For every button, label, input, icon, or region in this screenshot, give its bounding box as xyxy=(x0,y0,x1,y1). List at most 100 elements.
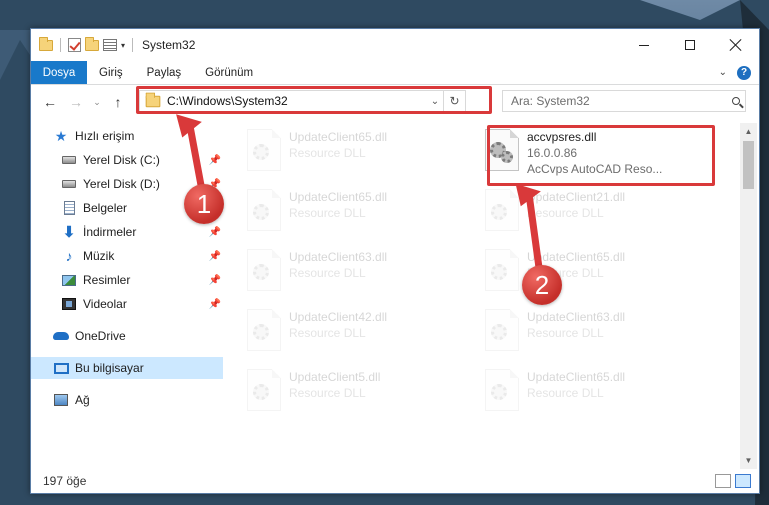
nav-item-label: Ağ xyxy=(75,393,90,407)
nav-item-label: OneDrive xyxy=(75,329,126,343)
pin-icon[interactable]: 📌 xyxy=(209,155,221,166)
nav-item-videos[interactable]: Videolar 📌 xyxy=(31,293,227,315)
tab-share[interactable]: Paylaş xyxy=(135,61,194,84)
nav-item-label: Yerel Disk (D:) xyxy=(83,177,160,191)
nav-item-network[interactable]: Ağ xyxy=(31,389,227,411)
large-icons-view-icon[interactable] xyxy=(735,474,751,488)
forward-button[interactable]: → xyxy=(63,89,89,115)
properties-check-icon[interactable] xyxy=(68,38,81,52)
arrow-left-icon: ← xyxy=(43,94,57,110)
chevron-down-icon[interactable]: ⌄ xyxy=(427,96,443,107)
tab-view[interactable]: Görünüm xyxy=(193,61,265,84)
up-button[interactable]: ↑ xyxy=(105,89,131,115)
minimize-button[interactable] xyxy=(621,29,667,61)
pin-icon[interactable]: 📌 xyxy=(209,275,221,286)
search-placeholder: Ara: System32 xyxy=(511,94,590,108)
item-count: 197 öğe xyxy=(43,474,87,488)
file-item[interactable]: UpdateClient63.dll Resource DLL xyxy=(243,243,473,299)
folder-icon xyxy=(145,92,161,107)
address-bar[interactable]: C:\Windows\System32 ⌄ ↻ xyxy=(139,90,466,112)
file-list: UpdateClient65.dll Resource DLL UpdateCli… xyxy=(243,123,738,463)
dll-file-icon xyxy=(485,249,519,291)
scroll-thumb[interactable] xyxy=(743,141,754,189)
expand-ribbon-icon[interactable]: ⌄ xyxy=(719,67,727,78)
search-input[interactable]: Ara: System32 xyxy=(502,90,746,112)
details-view-icon[interactable] xyxy=(715,474,731,488)
explorer-window: ▾ System32 Dosya Giriş Paylaş Görünüm ⌄ … xyxy=(30,28,760,494)
dll-file-icon xyxy=(247,369,281,411)
file-item[interactable]: UpdateClient65.dll Resource DLL xyxy=(243,123,473,179)
step-badge-1: 1 xyxy=(184,184,224,224)
window-controls xyxy=(621,29,759,61)
file-item[interactable]: UpdateClient65.dll Resource DLL xyxy=(481,363,711,419)
minimize-icon xyxy=(639,44,649,46)
customize-icon[interactable] xyxy=(103,39,117,51)
close-icon xyxy=(730,39,742,51)
nav-item-this-pc[interactable]: Bu bilgisayar xyxy=(31,357,223,379)
nav-item-label: Videolar xyxy=(83,297,127,311)
address-row: ← → ⌄ ↑ C:\Windows\System32 ⌄ ↻ Ara: Sys… xyxy=(31,85,759,119)
drive-icon xyxy=(61,152,77,168)
nav-item-label: Müzik xyxy=(83,249,115,263)
network-icon xyxy=(53,392,69,408)
status-bar: 197 öğe xyxy=(31,469,759,493)
star-icon: ★ xyxy=(54,127,68,144)
file-item[interactable]: UpdateClient65.dll Resource DLL xyxy=(243,183,473,239)
nav-item-local-disk-c[interactable]: Yerel Disk (C:) 📌 xyxy=(31,149,227,171)
refresh-button[interactable]: ↻ xyxy=(443,91,465,111)
nav-item-pictures[interactable]: Resimler 📌 xyxy=(31,269,227,291)
scroll-down-icon[interactable]: ▼ xyxy=(740,452,757,469)
nav-item-onedrive[interactable]: OneDrive xyxy=(31,325,227,347)
vertical-scrollbar[interactable]: ▲ ▼ xyxy=(740,123,757,469)
dll-file-icon xyxy=(485,309,519,351)
navigation-pane: ★ Hızlı erişim Yerel Disk (C:) 📌 Yerel D… xyxy=(31,125,227,465)
folder-icon xyxy=(39,36,53,51)
nav-item-quick-access[interactable]: ★ Hızlı erişim xyxy=(31,125,227,147)
music-icon: ♪ xyxy=(65,248,73,264)
pin-icon[interactable]: 📌 xyxy=(209,227,221,238)
nav-item-label: Resimler xyxy=(83,273,131,287)
file-version: 16.0.0.86 xyxy=(527,146,578,160)
help-icon[interactable]: ? xyxy=(737,65,751,80)
quick-access-toolbar: ▾ xyxy=(39,36,136,52)
videos-icon xyxy=(61,296,77,312)
nav-item-label: Yerel Disk (C:) xyxy=(83,153,160,167)
pin-icon[interactable]: 📌 xyxy=(209,299,221,310)
computer-icon xyxy=(53,360,69,376)
maximize-icon xyxy=(685,40,695,50)
back-button[interactable]: ← xyxy=(37,89,63,115)
maximize-button[interactable] xyxy=(667,29,713,61)
download-icon: ⬇ xyxy=(62,224,76,241)
arrow-up-icon: ↑ xyxy=(114,94,122,110)
new-folder-icon[interactable] xyxy=(85,36,99,51)
chevron-down-icon[interactable]: ▾ xyxy=(121,41,125,50)
file-item[interactable]: UpdateClient5.dll Resource DLL xyxy=(243,363,473,419)
tab-file[interactable]: Dosya xyxy=(31,61,87,84)
nav-item-downloads[interactable]: ⬇ İndirmeler 📌 xyxy=(31,221,227,243)
dll-file-icon xyxy=(247,189,281,231)
close-button[interactable] xyxy=(713,29,759,61)
title-bar: ▾ System32 xyxy=(31,29,759,61)
file-description: AcCvps AutoCAD Reso... xyxy=(527,162,663,176)
dll-file-icon xyxy=(247,129,281,171)
pin-icon[interactable]: 📌 xyxy=(209,251,221,262)
refresh-icon: ↻ xyxy=(449,94,460,108)
drive-icon xyxy=(61,176,77,192)
ribbon-tabs: Dosya Giriş Paylaş Görünüm ⌄ ? xyxy=(31,61,759,85)
nav-item-label: Bu bilgisayar xyxy=(75,361,144,375)
scroll-up-icon[interactable]: ▲ xyxy=(740,123,757,140)
window-title: System32 xyxy=(142,38,196,52)
file-item[interactable]: UpdateClient42.dll Resource DLL xyxy=(243,303,473,359)
file-item[interactable]: UpdateClient21.dll Resource DLL xyxy=(481,183,711,239)
recent-locations-button[interactable]: ⌄ xyxy=(89,97,105,108)
tab-home[interactable]: Giriş xyxy=(87,61,135,84)
file-item[interactable]: UpdateClient65.dll Resource DLL xyxy=(481,243,711,299)
dll-file-icon xyxy=(247,249,281,291)
nav-item-label: Belgeler xyxy=(83,201,128,215)
dll-file-icon xyxy=(485,129,519,171)
address-path[interactable]: C:\Windows\System32 xyxy=(167,94,427,108)
nav-item-music[interactable]: ♪ Müzik 📌 xyxy=(31,245,227,267)
file-item[interactable]: UpdateClient63.dll Resource DLL xyxy=(481,303,711,359)
file-item-accvpsres[interactable]: accvpsres.dll 16.0.0.86 AcCvps AutoCAD R… xyxy=(481,123,711,179)
search-icon[interactable] xyxy=(727,97,745,105)
